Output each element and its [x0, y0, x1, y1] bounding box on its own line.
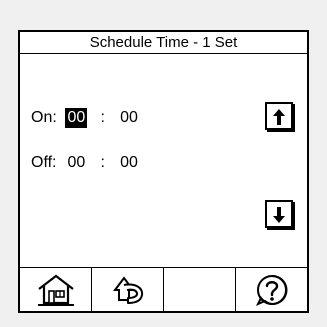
- on-hours-field[interactable]: 00: [65, 108, 88, 128]
- on-label: On:: [31, 109, 57, 126]
- help-button[interactable]: [236, 268, 307, 311]
- toolbar-empty-slot: [164, 268, 236, 311]
- back-button[interactable]: [92, 268, 164, 311]
- on-time-separator: :: [100, 109, 105, 126]
- arrow-down-icon: [273, 207, 285, 223]
- off-minutes-field[interactable]: 00: [118, 153, 140, 173]
- on-time-row: On: 00 : 00: [31, 108, 140, 128]
- home-icon: [37, 274, 74, 306]
- increment-button[interactable]: [265, 102, 293, 130]
- back-icon: [112, 275, 143, 304]
- decrement-button[interactable]: [265, 200, 293, 228]
- off-time-row: Off: 00 : 00: [31, 153, 140, 173]
- home-button[interactable]: [20, 268, 92, 311]
- off-hours-field[interactable]: 00: [65, 153, 87, 173]
- arrow-up-icon: [273, 109, 285, 125]
- on-minutes-field[interactable]: 00: [118, 108, 140, 128]
- off-label: Off:: [31, 154, 57, 171]
- schedule-panel: Schedule Time - 1 Set On: 00 : 00 Off: 0…: [18, 30, 309, 313]
- page-title: Schedule Time - 1 Set: [20, 32, 307, 54]
- off-time-separator: :: [100, 154, 105, 171]
- help-icon: [255, 274, 287, 306]
- bottom-toolbar: [20, 267, 307, 311]
